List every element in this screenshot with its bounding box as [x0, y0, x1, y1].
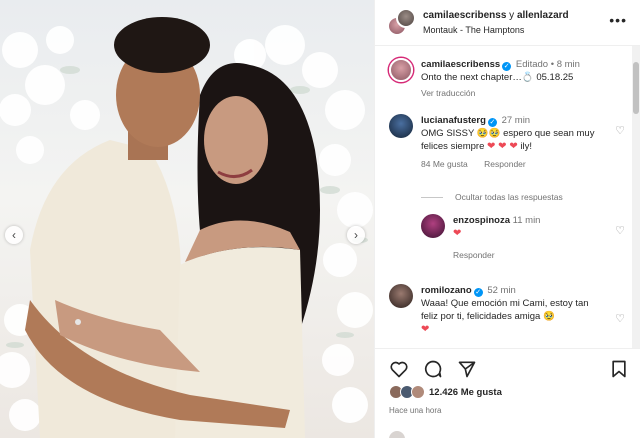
avatar [389, 431, 405, 438]
couple-photo-illustration [0, 17, 373, 438]
red-heart-emoji: ❤ ❤ ❤ [487, 141, 518, 152]
avatar[interactable] [396, 8, 416, 28]
action-bar [389, 359, 629, 379]
reply-button[interactable]: Responder [453, 250, 495, 260]
verified-badge-icon: ✓ [502, 62, 512, 71]
location-link[interactable]: Montauk - The Hamptons [423, 25, 524, 35]
comment-username[interactable]: enzospinoza [453, 215, 510, 226]
next-photo-button[interactable]: › [347, 226, 365, 244]
comment-icon[interactable] [423, 359, 443, 379]
heart-outline-icon[interactable] [389, 359, 409, 379]
avatar[interactable] [389, 58, 413, 82]
caption-time: 8 min [556, 59, 580, 70]
caption-text: Onto the next chapter…💍 05.18.25 [421, 72, 574, 83]
scrollbar-thumb[interactable] [633, 62, 639, 114]
comment-likes[interactable]: 84 Me gusta [421, 159, 468, 169]
comment-text: Waaa! Que emoción mi Cami, estoy tan fel… [421, 298, 589, 322]
bookmark-icon[interactable] [609, 359, 629, 379]
comment-username[interactable]: lucianafusterg [421, 115, 486, 126]
chevron-left-icon: ‹ [12, 228, 16, 242]
post-photo[interactable]: ‹ › [0, 0, 374, 438]
author-connector: y [506, 10, 517, 21]
post-timestamp: Hace una hora [389, 406, 442, 415]
author-link[interactable]: camilaescribenss [423, 10, 506, 21]
comment-time: 27 min [501, 115, 531, 126]
caption-edited: Editado [515, 59, 549, 70]
avatar [411, 385, 425, 399]
comment-username[interactable]: romilozano [421, 285, 472, 296]
heart-outline-icon[interactable]: ♡ [615, 224, 625, 237]
avatar[interactable] [389, 114, 413, 138]
chevron-right-icon: › [354, 228, 358, 242]
more-icon[interactable]: ••• [609, 12, 627, 28]
reply-button[interactable]: Responder [484, 159, 526, 169]
hide-replies-label: Ocultar todas las respuestas [455, 192, 563, 202]
avatar[interactable] [389, 284, 413, 308]
divider [421, 197, 443, 199]
post-header: camilaescribenss y allenlazard Montauk -… [375, 0, 640, 46]
likes-count[interactable]: 12.426 Me gusta [429, 387, 502, 398]
previous-photo-button[interactable]: ‹ [5, 226, 23, 244]
coauthor-link[interactable]: allenlazard [517, 10, 569, 21]
avatar[interactable] [421, 214, 445, 238]
comment-time: 52 min [487, 285, 516, 296]
see-translation-link[interactable]: Ver traducción [421, 88, 475, 98]
hide-replies-toggle[interactable]: Ocultar todas las respuestas [421, 192, 563, 202]
post-side-panel: camilaescribenss y allenlazard Montauk -… [374, 0, 640, 438]
caption-username[interactable]: camilaescribenss [421, 59, 500, 70]
verified-badge-icon: ✓ [487, 118, 497, 127]
author-avatars[interactable] [387, 8, 416, 36]
post-authors: camilaescribenss y allenlazard [423, 10, 569, 21]
verified-badge-icon: ✓ [473, 288, 483, 297]
heart-outline-icon[interactable]: ♡ [615, 312, 625, 325]
share-icon[interactable] [457, 359, 477, 379]
red-heart-emoji: ❤ [421, 324, 430, 335]
comment-text-tail: ily! [517, 141, 532, 152]
comment-time: 11 min [512, 215, 541, 226]
heart-outline-icon[interactable]: ♡ [615, 124, 625, 137]
comments-list[interactable]: camilaescribenss ✓ Editado • 8 min Onto t… [375, 46, 640, 348]
post-footer: 12.426 Me gusta Hace una hora [375, 348, 640, 438]
red-heart-emoji: ❤ [453, 228, 462, 239]
